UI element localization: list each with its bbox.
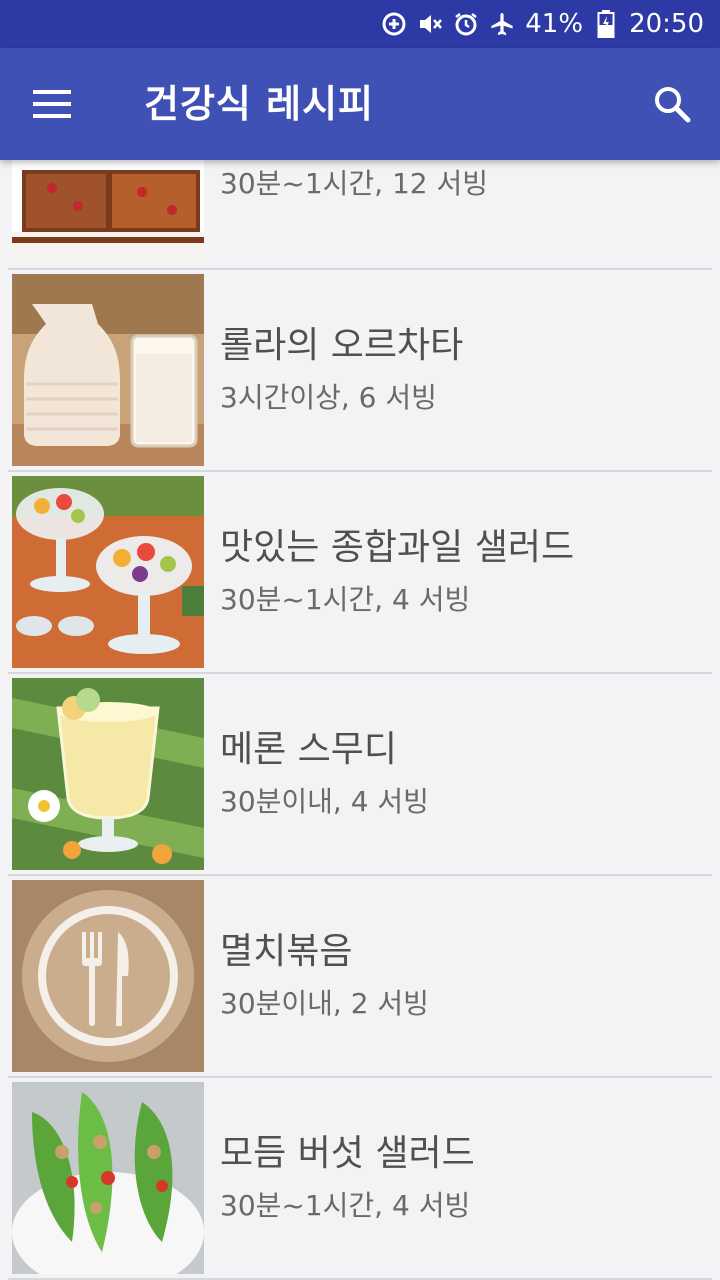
list-item[interactable]: 30분~1시간, 12 서빙 [0,160,720,270]
recipe-meta: 3시간이상, 6 서빙 [220,381,437,414]
list-item[interactable]: 메론 스무디 30분이내, 4 서빙 [0,674,720,876]
recipe-thumbnail [12,160,204,262]
status-bar: 41% 20:50 [0,0,720,48]
recipe-thumbnail [12,274,204,466]
recipe-title: 메론 스무디 [220,729,398,770]
recipe-list[interactable]: 30분~1시간, 12 서빙 롤라의 오르차타 3시간이상, 6 서빙 맛있는 … [0,160,720,1280]
clock: 20:50 [629,9,704,39]
recipe-meta: 30분~1시간, 4 서빙 [220,583,471,616]
recipe-thumbnail [12,476,204,668]
mute-icon [417,11,443,37]
battery-charging-icon [593,10,619,38]
recipe-thumbnail [12,880,204,1072]
app-bar: 건강식 레시피 [0,48,720,160]
airplane-mode-icon [489,11,515,37]
battery-percent: 41% [525,9,584,39]
list-item[interactable]: 맛있는 종합과일 샐러드 30분~1시간, 4 서빙 [0,472,720,674]
recipe-title: 모듬 버섯 샐러드 [220,1133,475,1174]
recipe-title: 맛있는 종합과일 샐러드 [220,527,575,568]
recipe-meta: 30분이내, 4 서빙 [220,785,429,818]
recipe-thumbnail [12,1082,204,1274]
list-item[interactable]: 멸치볶음 30분이내, 2 서빙 [0,876,720,1078]
search-icon [655,87,691,123]
alarm-icon [453,11,479,37]
recipe-title: 멸치볶음 [220,931,353,972]
page-title: 건강식 레시피 [144,82,374,126]
recipe-thumbnail [12,678,204,870]
recipe-meta: 30분이내, 2 서빙 [220,987,429,1020]
data-saver-icon [381,11,407,37]
list-item[interactable]: 모듬 버섯 샐러드 30분~1시간, 4 서빙 [0,1078,720,1280]
list-item[interactable]: 롤라의 오르차타 3시간이상, 6 서빙 [0,270,720,472]
recipe-meta: 30분~1시간, 12 서빙 [220,167,489,200]
hamburger-icon [33,90,71,94]
search-button[interactable] [644,76,700,132]
menu-button[interactable] [24,76,80,132]
recipe-meta: 30분~1시간, 4 서빙 [220,1189,471,1222]
recipe-title: 롤라의 오르차타 [220,325,464,366]
